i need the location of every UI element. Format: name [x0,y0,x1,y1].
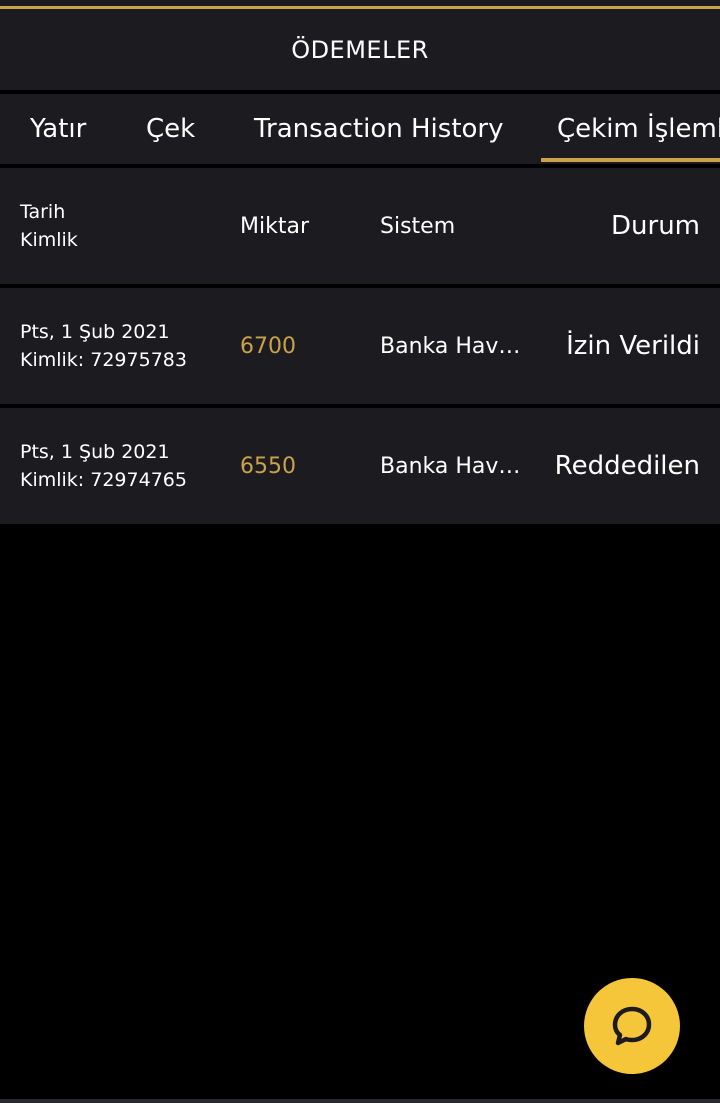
row-status: Reddedilen [554,451,700,481]
row-date: Pts, 1 Şub 2021 [20,321,170,343]
row-date-id: Pts, 1 Şub 2021 Kimlik: 72974765 [20,408,230,524]
row-system-text: Banka Havalesi [380,333,525,359]
top-accent-bar [0,0,720,10]
row-system-text: Banka Havalesi [380,453,525,479]
row-amount: 6700 [240,333,296,359]
tab-withdraw[interactable]: Çek [146,94,195,164]
payments-page: ÖDEMELER Yatır Çek Transaction History Ç… [0,0,720,1103]
page-title: ÖDEMELER [291,36,429,64]
row-amount: 6550 [240,453,296,479]
page-header: ÖDEMELER [0,10,720,90]
top-gold-line [0,6,720,9]
row-id: Kimlik: 72974765 [20,469,187,491]
row-date-id: Pts, 1 Şub 2021 Kimlik: 72975783 [20,288,230,404]
header-amount: Miktar [240,213,309,239]
tab-withdrawal-transactions[interactable]: Çekim İşlemleri [557,94,720,164]
header-status: Durum [611,211,700,241]
chat-button[interactable] [584,978,680,1074]
active-tab-indicator [541,158,720,162]
header-date-id: Tarih Kimlik [20,168,230,284]
table-row[interactable]: Pts, 1 Şub 2021 Kimlik: 72974765 6550 Ba… [0,408,720,524]
row-status: İzin Verildi [566,331,700,361]
row-system: Banka Havalesi [380,408,525,524]
row-date: Pts, 1 Şub 2021 [20,441,170,463]
row-id: Kimlik: 72975783 [20,349,187,371]
tab-deposit[interactable]: Yatır [30,94,86,164]
row-system: Banka Havalesi [380,288,525,404]
bottom-divider [0,1099,720,1103]
header-system: Sistem [380,213,456,239]
header-date: Tarih [20,201,66,223]
table-header-row: Tarih Kimlik Miktar Sistem Durum [0,168,720,284]
tab-bar: Yatır Çek Transaction History Çekim İşle… [0,94,720,164]
tab-transaction-history[interactable]: Transaction History [254,94,504,164]
header-id: Kimlik [20,229,78,251]
withdrawals-table: Tarih Kimlik Miktar Sistem Durum Pts, 1 … [0,168,720,528]
chat-bubble-icon [612,1006,652,1046]
table-row[interactable]: Pts, 1 Şub 2021 Kimlik: 72975783 6700 Ba… [0,288,720,404]
